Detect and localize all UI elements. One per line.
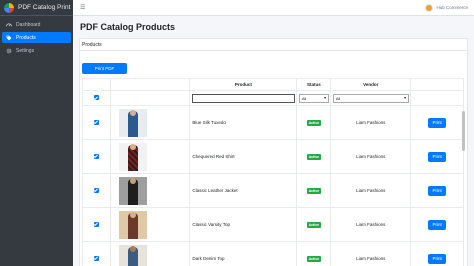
- header-status: Status: [296, 78, 332, 91]
- print-button[interactable]: Print: [428, 253, 447, 264]
- vendor-name: Liam Fashions: [356, 154, 386, 159]
- sidebar-item-label: Settings: [16, 47, 35, 54]
- print-button[interactable]: Print: [428, 117, 447, 128]
- card-body: Print PDF Product Status Vendor All ▼ Al…: [80, 51, 467, 266]
- status-badge: Active: [306, 187, 322, 194]
- sidebar-nav: Dashboard Products Settings: [0, 16, 73, 56]
- sidebar-item-dashboard[interactable]: Dashboard: [2, 19, 71, 30]
- brand-title: PDF Catalog Print: [18, 4, 71, 11]
- sidebar-item-label: Dashboard: [16, 21, 41, 28]
- table-row: Chequered Red Shirt Active Liam Fashions…: [82, 139, 464, 174]
- user-name: Hub Commerce: [436, 5, 468, 10]
- product-image: [118, 244, 147, 266]
- brand[interactable]: PDF Catalog Print: [0, 0, 73, 16]
- product-image: [118, 108, 147, 137]
- status-filter-select[interactable]: All ▼: [298, 93, 329, 103]
- vendor-name: Liam Fashions: [356, 120, 386, 125]
- header-vendor: Vendor: [330, 78, 412, 91]
- avatar: [425, 3, 434, 12]
- sidebar-item-products[interactable]: Products: [2, 32, 71, 43]
- status-badge: Active: [306, 153, 322, 160]
- sidebar-item-label: Products: [16, 34, 36, 41]
- row-checkbox[interactable]: [93, 119, 99, 125]
- tag-icon: [6, 35, 12, 41]
- products-table: Product Status Vendor All ▼ All ▼ Blue S…: [82, 78, 464, 266]
- print-button[interactable]: Print: [428, 185, 447, 196]
- product-filter-input[interactable]: [192, 93, 296, 103]
- status-badge: Active: [306, 255, 322, 262]
- chevron-down-icon: ▼: [403, 96, 407, 100]
- products-card: Products Print PDF Product Status Vendor: [79, 38, 468, 266]
- brand-logo-icon: [4, 2, 14, 13]
- status-badge: Active: [306, 119, 322, 126]
- product-name[interactable]: Dark Denim Top: [190, 256, 224, 261]
- product-name[interactable]: Classic Leather Jacket: [190, 188, 237, 193]
- vendor-name: Liam Fashions: [356, 188, 386, 193]
- table-row: Dark Denim Top Active Liam Fashions Prin…: [82, 241, 464, 266]
- sidebar-item-settings[interactable]: Settings: [2, 45, 71, 56]
- product-image: [118, 176, 147, 205]
- table-header-row: Product Status Vendor: [82, 78, 464, 91]
- print-pdf-button[interactable]: Print PDF: [82, 63, 127, 74]
- topbar: ☰ Hub Commerce: [73, 0, 474, 16]
- header-image: [109, 78, 191, 91]
- row-checkbox[interactable]: [93, 187, 99, 193]
- vendor-filter-value: All: [335, 95, 341, 101]
- dashboard-icon: [6, 22, 12, 28]
- sidebar: PDF Catalog Print Dashboard Products Set…: [0, 0, 73, 266]
- filter-row: All ▼ All ▼: [82, 90, 464, 106]
- card-header: Products: [80, 39, 467, 51]
- select-all-checkbox[interactable]: [93, 95, 99, 100]
- status-badge: Active: [306, 221, 322, 228]
- table-row: Classic Leather Jacket Active Liam Fashi…: [82, 173, 464, 208]
- hamburger-icon[interactable]: ☰: [80, 4, 85, 11]
- vendor-name: Liam Fashions: [356, 256, 386, 261]
- print-button[interactable]: Print: [428, 219, 447, 230]
- product-name[interactable]: Blue Silk Tuxedo: [190, 120, 226, 125]
- gear-icon: [6, 48, 12, 54]
- product-name[interactable]: Chequered Red Shirt: [190, 154, 234, 159]
- page-title: PDF Catalog Products: [80, 22, 176, 32]
- row-checkbox[interactable]: [93, 221, 99, 227]
- scrollbar[interactable]: [462, 111, 465, 151]
- user-menu[interactable]: Hub Commerce: [425, 3, 468, 12]
- table-row: Blue Silk Tuxedo Active Liam Fashions Pr…: [82, 105, 464, 140]
- vendor-filter-select[interactable]: All ▼: [332, 93, 409, 103]
- status-filter-value: All: [301, 95, 307, 101]
- main-content: PDF Catalog Products Products Print PDF …: [73, 16, 474, 266]
- header-product: Product: [189, 78, 298, 91]
- row-checkbox[interactable]: [93, 153, 99, 159]
- header-action: [410, 78, 464, 91]
- row-checkbox[interactable]: [93, 255, 99, 261]
- print-button[interactable]: Print: [428, 151, 447, 162]
- table-row: Classic Varsity Top Active Liam Fashions…: [82, 207, 464, 242]
- vendor-name: Liam Fashions: [356, 222, 386, 227]
- product-name[interactable]: Classic Varsity Top: [190, 222, 230, 227]
- product-image: [118, 210, 147, 239]
- chevron-down-icon: ▼: [323, 96, 327, 100]
- header-select: [82, 78, 111, 91]
- product-image: [118, 142, 147, 171]
